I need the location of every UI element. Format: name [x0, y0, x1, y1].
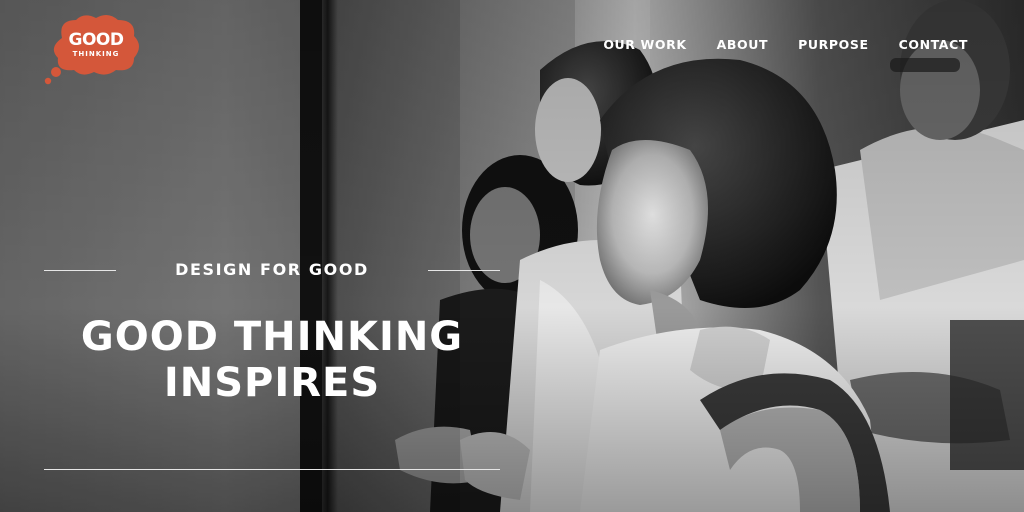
main-nav: OUR WORK ABOUT PURPOSE CONTACT [603, 37, 968, 52]
nav-item-our-work[interactable]: OUR WORK [603, 37, 686, 52]
hero-kicker: DESIGN FOR GOOD [175, 260, 369, 279]
nav-item-purpose[interactable]: PURPOSE [798, 37, 868, 52]
hero-section: GOOD THINKING OUR WORK ABOUT PURPOSE CON… [0, 0, 1024, 512]
logo-wordmark: GOOD [68, 30, 124, 50]
nav-item-about[interactable]: ABOUT [717, 37, 769, 52]
hero-text-block: DESIGN FOR GOOD GOOD THINKING INSPIRES [44, 250, 500, 480]
kicker-divider-right [428, 270, 500, 271]
logo-subtitle: THINKING [72, 50, 120, 58]
nav-item-contact[interactable]: CONTACT [899, 37, 968, 52]
logo[interactable]: GOOD THINKING [44, 14, 146, 86]
hero-headline: GOOD THINKING INSPIRES [44, 314, 500, 406]
hero-headline-line-2: INSPIRES [163, 360, 381, 406]
hero-bottom-divider [44, 469, 500, 470]
hero-headline-line-1: GOOD THINKING [80, 314, 464, 360]
kicker-divider-left [44, 270, 116, 271]
